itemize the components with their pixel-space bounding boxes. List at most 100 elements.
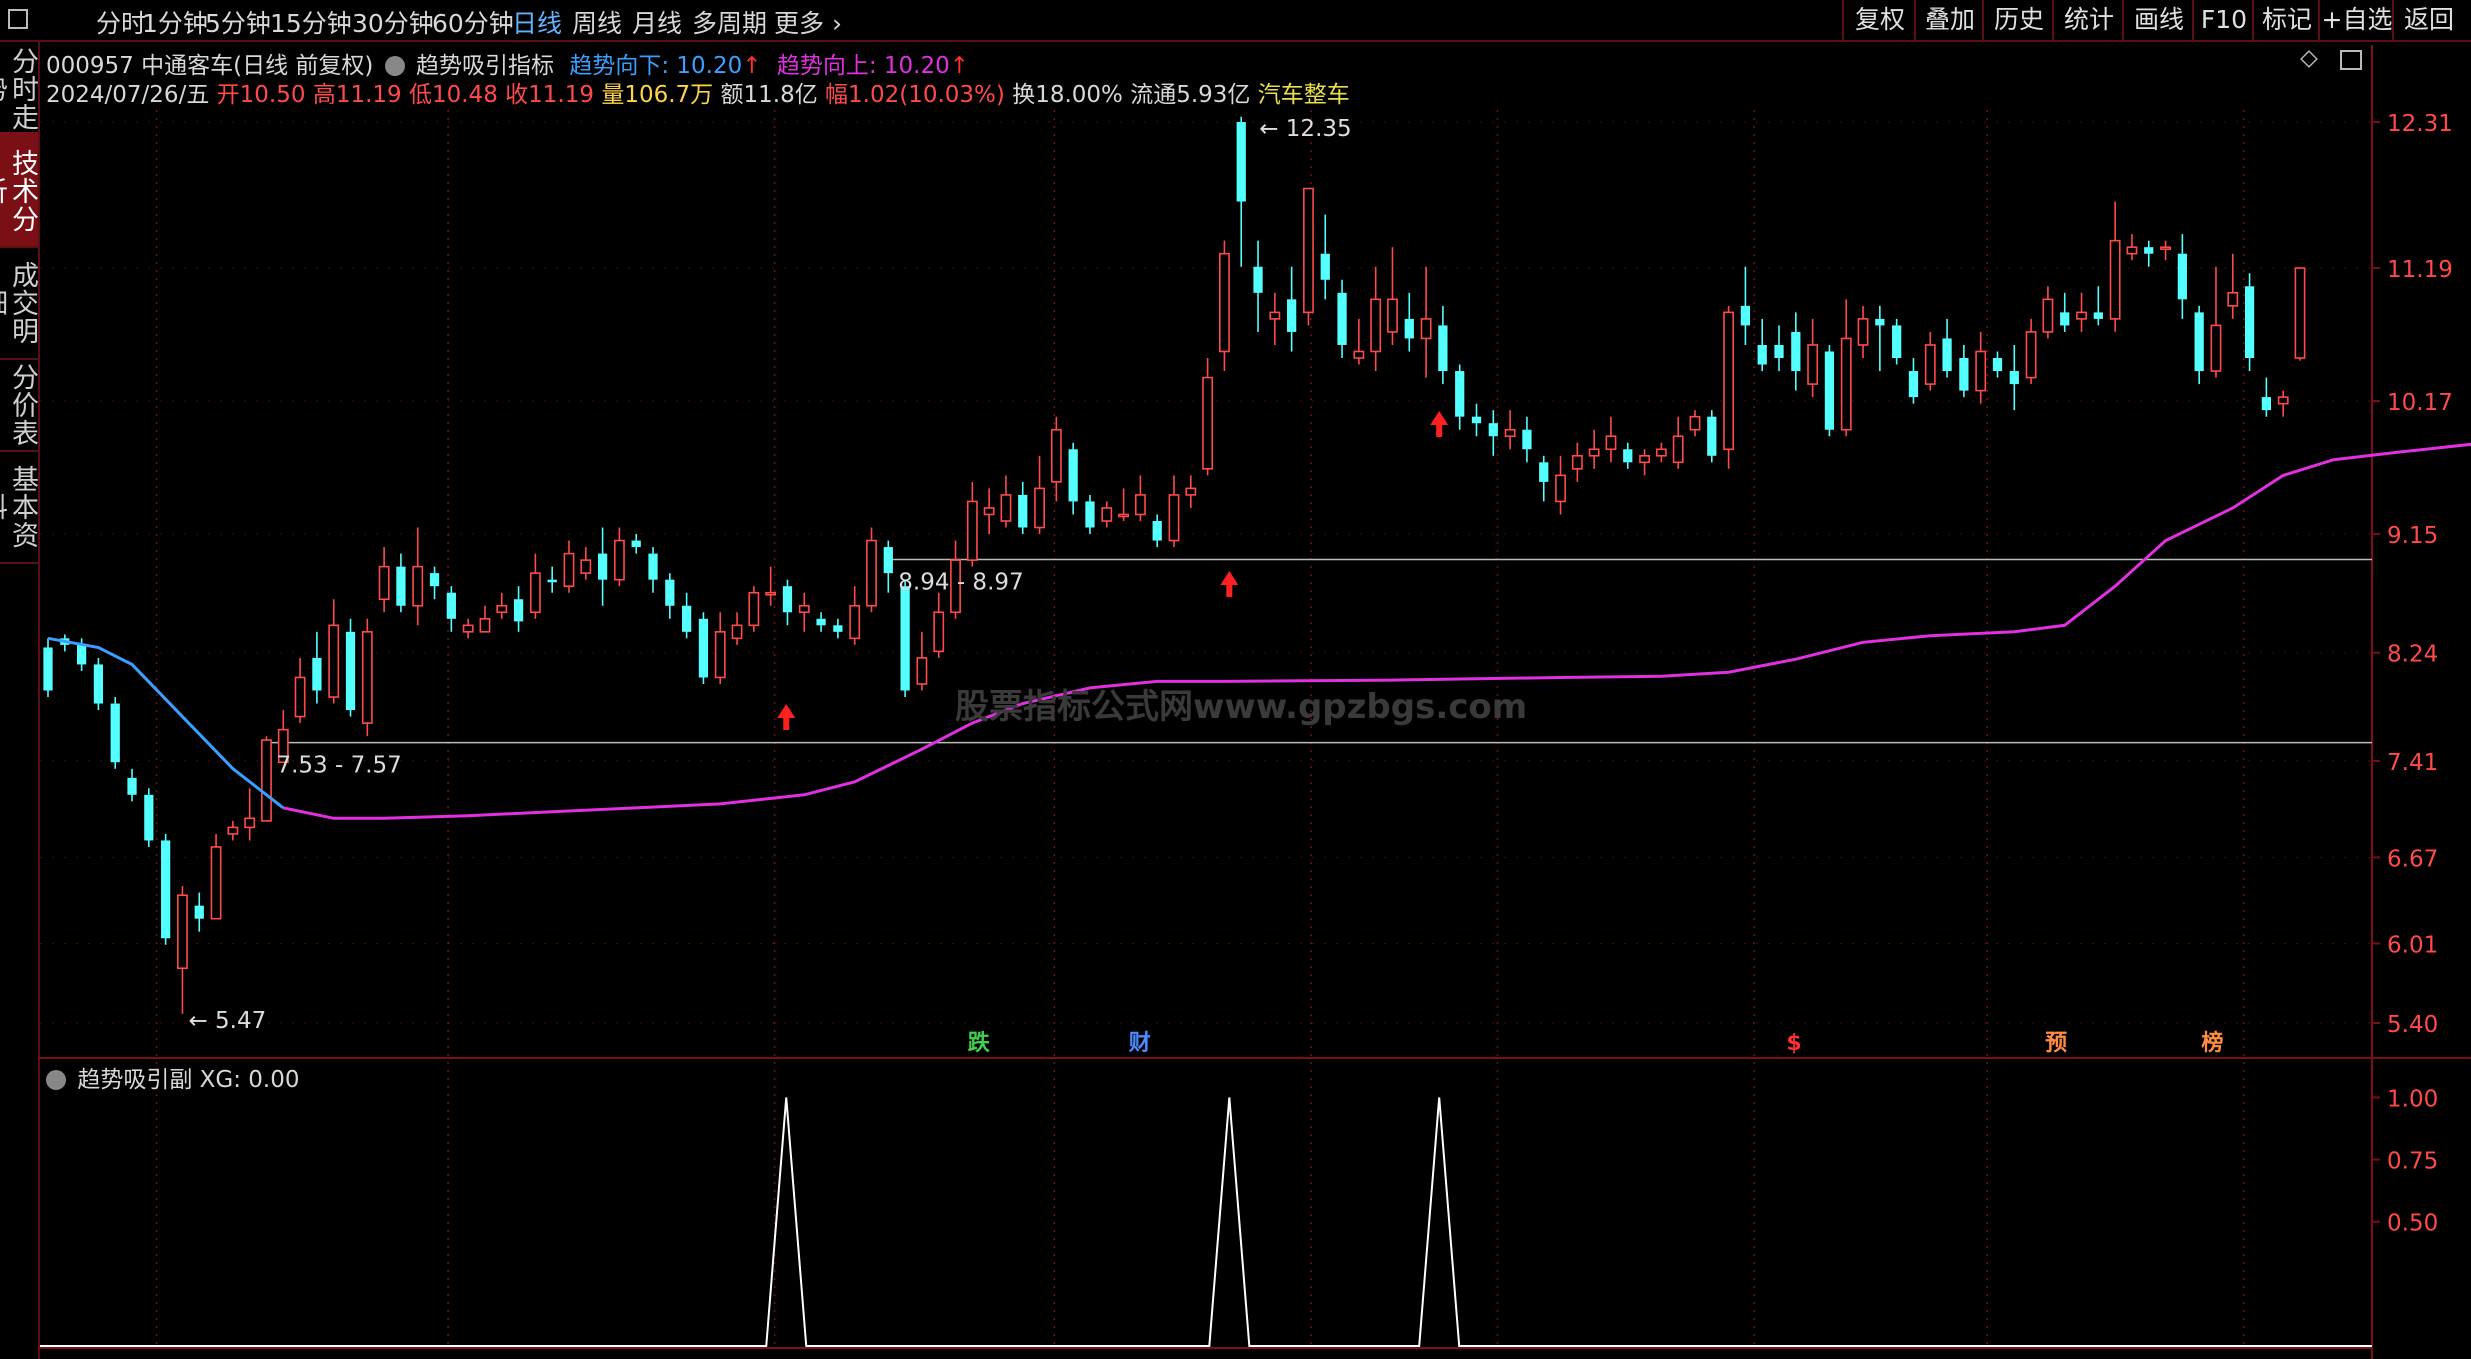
sub-indicator-header: 趋势吸引副 XG: 0.00 <box>46 1060 299 1094</box>
event-marker-icon[interactable]: 跌 <box>968 1031 991 1056</box>
candle-body <box>2109 239 2121 320</box>
candle-body <box>2277 396 2289 405</box>
candle-body <box>1488 423 1498 437</box>
candle-body <box>76 644 87 665</box>
candle-body <box>2210 324 2222 372</box>
high-price-label: ← 12.35 <box>1259 116 1351 142</box>
candle-body <box>1185 487 1197 496</box>
candle-body <box>833 625 843 632</box>
candle-body <box>462 624 474 633</box>
candle-body <box>849 604 861 640</box>
event-marker-icon[interactable]: 榜 <box>2201 1030 2223 1056</box>
signal-line <box>40 1097 2372 1347</box>
candle-body <box>900 586 910 691</box>
candle-body <box>1757 344 1767 365</box>
y-tick-label: 6.67 <box>2387 846 2438 872</box>
candle-body <box>2042 298 2054 333</box>
candle-body <box>1438 325 1448 372</box>
candle-body <box>1253 266 1263 293</box>
candle-body <box>597 553 608 580</box>
candle-body <box>194 905 204 919</box>
watermark-text: 股票指标公式网www.gpzbgs.com <box>955 687 1527 727</box>
candle-body <box>1034 487 1045 529</box>
candle-body <box>2194 312 2204 372</box>
candle-body <box>2093 312 2103 319</box>
candle-body <box>1655 448 1667 457</box>
candle-body <box>580 559 592 574</box>
candle-body <box>43 647 53 691</box>
candle-body <box>93 664 104 704</box>
candlestick-chart[interactable]: 12.31 11.19 10.17 9.15 8.24 7.41 6.67 6.01 5.40 ←… <box>0 0 2471 1359</box>
event-marker-icon[interactable]: $ <box>1786 1031 1801 1056</box>
candle-body <box>412 565 424 607</box>
candle-body <box>496 604 508 614</box>
candle-body <box>1118 513 1130 518</box>
candle-body <box>1942 338 1952 372</box>
event-marker-icon[interactable]: 财 <box>1129 1031 1151 1056</box>
candle-body <box>1672 435 1684 464</box>
candle-body <box>682 605 692 632</box>
candle-body <box>261 739 272 822</box>
candle-body <box>2160 246 2171 250</box>
candle-body <box>2177 253 2187 300</box>
candle-body <box>294 676 306 718</box>
candle-body <box>2025 331 2037 379</box>
sub-y-tick-label: 0.50 <box>2387 1211 2438 1237</box>
trend-up-line <box>282 442 2471 820</box>
candle-body <box>731 624 743 640</box>
y-tick-label: 9.15 <box>2387 523 2438 549</box>
candle-body <box>345 631 356 711</box>
candle-body <box>378 565 390 601</box>
range-label: 7.53 - 7.57 <box>276 753 401 779</box>
y-tick-label: 5.40 <box>2387 1012 2438 1038</box>
candle-body <box>933 611 945 653</box>
candle-body <box>1269 311 1281 320</box>
sub-indicator-value: XG: 0.00 <box>199 1067 300 1093</box>
candle-body <box>1774 344 1784 359</box>
event-marker-icon[interactable]: 预 <box>2045 1031 2067 1056</box>
candle-body <box>1723 311 1735 451</box>
candle-body <box>1605 435 1617 451</box>
candle-body <box>1387 298 1398 333</box>
candle-body <box>648 553 658 580</box>
candle-body <box>1471 416 1482 424</box>
candle-body <box>244 817 256 829</box>
candle-body <box>227 826 239 835</box>
candle-body <box>782 586 793 613</box>
candle-body <box>161 840 171 939</box>
candle-body <box>1236 122 1246 202</box>
candle-body <box>1689 415 1701 431</box>
candle-body <box>1050 428 1062 483</box>
y-tick-label: 8.24 <box>2387 642 2438 668</box>
red-up-arrow-icon <box>1430 411 1449 437</box>
candle-body <box>1287 299 1297 332</box>
candle-body <box>1959 358 1969 391</box>
candle-body <box>1068 449 1078 502</box>
candle-body <box>714 631 726 679</box>
candle-body <box>1571 455 1583 470</box>
candle-body <box>1353 350 1365 359</box>
sub-indicator-toggle-icon[interactable] <box>46 1070 66 1090</box>
candle-body <box>1840 337 1852 431</box>
candle-body <box>665 579 675 606</box>
sub-indicator-title[interactable]: 趋势吸引副 <box>77 1067 192 1093</box>
candle-body <box>1639 455 1650 464</box>
candle-body <box>563 552 575 587</box>
candle-body <box>429 573 440 587</box>
candle-body <box>127 777 137 795</box>
candle-body <box>1085 501 1095 528</box>
candle-body <box>2126 246 2138 255</box>
candle-body <box>765 591 777 596</box>
candle-body <box>1623 449 1633 463</box>
candle-body <box>529 572 541 614</box>
candle-body <box>210 846 222 920</box>
candle-body <box>983 507 995 516</box>
candle-body <box>1320 253 1330 280</box>
candle-body <box>110 703 120 763</box>
candle-body <box>1168 494 1180 542</box>
range-label: 8.94 - 8.97 <box>898 569 1023 595</box>
candle-body <box>1740 305 1751 326</box>
candle-body <box>1824 351 1835 430</box>
red-up-arrow-icon <box>777 704 796 730</box>
candle-body <box>328 624 340 698</box>
